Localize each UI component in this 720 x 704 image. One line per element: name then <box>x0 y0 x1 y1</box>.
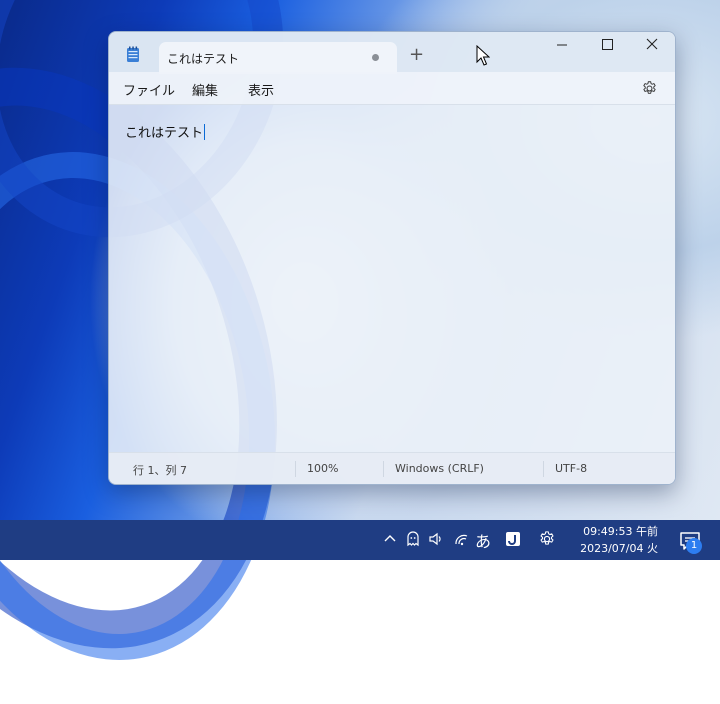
app-j-icon[interactable] <box>504 530 522 548</box>
status-divider <box>295 461 296 477</box>
tab-title: これはテスト <box>167 52 240 66</box>
text-editor[interactable]: これはテスト <box>109 105 675 452</box>
menu-edit[interactable]: 編集 <box>192 80 218 99</box>
cursor-position: 行 1、列 7 <box>133 464 187 477</box>
notification-badge: 1 <box>686 538 702 554</box>
close-icon[interactable] <box>629 32 675 60</box>
maximize-icon[interactable] <box>584 32 630 60</box>
ghost-icon[interactable] <box>404 530 422 548</box>
ime-indicator[interactable]: あ <box>475 528 491 552</box>
chevron-up-icon[interactable] <box>381 530 399 548</box>
encoding: UTF-8 <box>555 462 588 475</box>
menu-view[interactable]: 表示 <box>248 80 274 99</box>
editor-text: これはテスト <box>125 126 204 141</box>
taskbar: あ 09:49:53 午前 2023/07/04 火 <box>0 520 720 560</box>
system-clock[interactable]: 09:49:53 午前 2023/07/04 火 <box>574 523 658 557</box>
unsaved-indicator-icon[interactable] <box>372 54 379 61</box>
menu-bar: ファイル 編集 表示 <box>109 72 675 105</box>
wifi-icon[interactable] <box>453 530 471 548</box>
line-ending: Windows (CRLF) <box>395 462 484 475</box>
new-tab-button[interactable]: + <box>409 46 424 64</box>
clock-time: 09:49:53 午前 <box>583 525 658 538</box>
mouse-pointer-icon <box>476 45 490 66</box>
menu-file[interactable]: ファイル <box>123 80 175 99</box>
clock-date: 2023/07/04 火 <box>580 542 658 555</box>
status-divider <box>383 461 384 477</box>
title-bar[interactable]: これはテスト + <box>109 32 675 74</box>
gear-icon[interactable] <box>641 80 658 97</box>
notepad-icon <box>127 46 139 62</box>
status-divider <box>543 461 544 477</box>
editor-content[interactable]: これはテスト <box>125 122 206 141</box>
speaker-icon[interactable] <box>427 530 445 548</box>
settings-icon[interactable] <box>538 530 556 548</box>
notepad-window: これはテスト + ファイル 編集 表示 これはテスト 行 1、列 7 100% … <box>108 31 676 485</box>
tab-document[interactable]: これはテスト <box>159 42 397 74</box>
text-caret <box>204 124 206 140</box>
minimize-icon[interactable] <box>539 32 585 60</box>
zoom-level: 100% <box>307 462 339 475</box>
status-bar: 行 1、列 7 100% Windows (CRLF) UTF-8 <box>109 452 675 484</box>
